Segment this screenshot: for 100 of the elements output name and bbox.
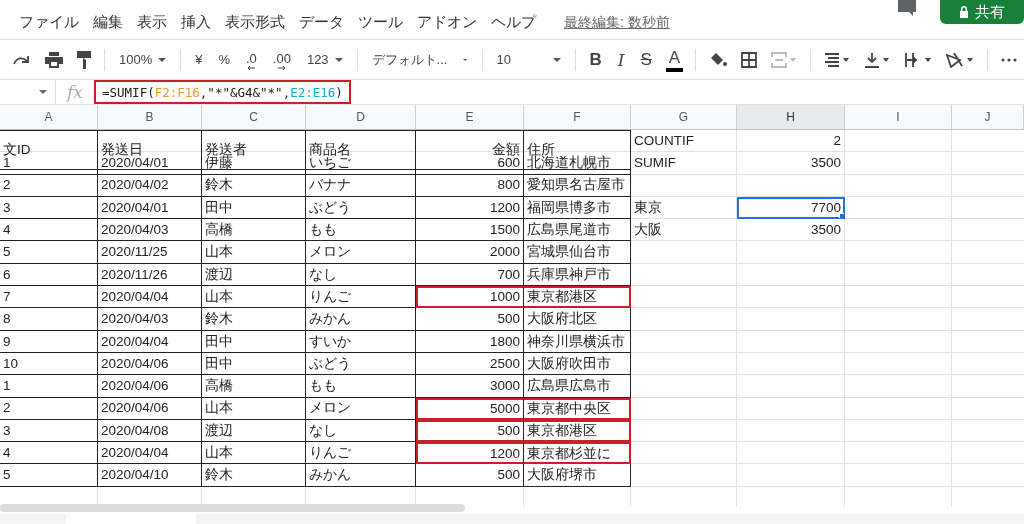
table-cell: なし (306, 419, 416, 443)
menu-item[interactable]: 挿入 (181, 13, 211, 32)
table-cell: 広島県広島市 (524, 375, 631, 398)
table-cell: 1200 (416, 442, 524, 465)
table-cell: 兵庫県神戸市 (524, 263, 631, 287)
table-cell: 宮城県仙台市 (524, 241, 631, 264)
table-cell: もも (306, 219, 416, 242)
column-header[interactable]: B (98, 105, 202, 130)
table-cell: 2020/04/03 (98, 219, 202, 242)
table-cell: 高橋 (202, 375, 306, 398)
formula-input[interactable]: =SUMIF(F2:F16,"*"&G4&"*",E2:E16) (94, 80, 351, 104)
column-header[interactable]: H (737, 105, 845, 130)
menu-item[interactable]: 表示 (137, 13, 167, 32)
table-cell: 大阪府堺市 (524, 464, 631, 487)
last-edit-link[interactable]: 最終編集: 数秒前 (564, 13, 670, 32)
table-cell: 福岡県博多市 (524, 196, 631, 220)
table-cell: 4 (0, 442, 98, 465)
strikethrough-button[interactable]: S (632, 45, 660, 74)
column-header[interactable]: C (202, 105, 306, 130)
table-cell: ぶどう (306, 352, 416, 376)
table-cell: 神奈川県横浜市 (524, 330, 631, 353)
table-cell: 高橋 (202, 219, 306, 242)
table-cell: 500 (416, 419, 524, 443)
table-cell: 2 (0, 397, 98, 420)
table-cell: 2020/04/04 (98, 330, 202, 353)
table-cell: 1500 (416, 219, 524, 242)
table-cell-text: SUMIF (633, 154, 677, 173)
column-header[interactable]: J (952, 105, 1024, 130)
column-header[interactable]: I (845, 105, 952, 130)
table-cell: 山本 (202, 241, 306, 264)
table-cell-text: 2 (832, 131, 842, 150)
format-button[interactable]: ¥ (187, 45, 211, 74)
table-cell: 大阪府吹田市 (524, 352, 631, 376)
table-cell: 2020/04/02 (98, 174, 202, 197)
column-header[interactable]: A (0, 105, 98, 130)
table-cell: 2020/04/03 (98, 308, 202, 331)
table-cell: 800 (416, 174, 524, 197)
table-cell: 2000 (416, 241, 524, 264)
table-cell: 10 (0, 352, 98, 376)
table-cell: 1 (0, 375, 98, 398)
table-cell: すいか (306, 330, 416, 353)
table-cell: 8 (0, 308, 98, 331)
table-cell: 2020/04/04 (98, 442, 202, 465)
fx-label: fx (65, 82, 84, 102)
table-cell: 5 (0, 464, 98, 487)
table-cell: 1800 (416, 330, 524, 353)
dropdown[interactable]: 123 (298, 45, 351, 74)
column-header[interactable]: D (306, 105, 416, 130)
table-cell: 2020/04/08 (98, 419, 202, 443)
table-cell: 2020/04/10 (98, 464, 202, 487)
decrease-decimal-button[interactable]: .0 (238, 45, 265, 74)
table-cell: 2020/04/06 (98, 397, 202, 420)
column-header[interactable]: E (416, 105, 524, 130)
table-cell: 山本 (202, 397, 306, 420)
table-cell: 500 (416, 308, 524, 331)
menu-item[interactable]: ヘルプ (491, 13, 536, 32)
column-header[interactable]: F (524, 105, 631, 130)
table-cell: 5 (0, 241, 98, 264)
menu-item[interactable]: ファイル (19, 13, 79, 32)
table-cell-text: 東京 (633, 198, 663, 217)
table-cell: 山本 (202, 442, 306, 465)
menu-item[interactable]: 表示形式 (225, 13, 285, 32)
table-cell: みかん (306, 308, 416, 331)
selected-cell[interactable]: 7700 (737, 196, 845, 220)
table-cell: 渡辺 (202, 263, 306, 287)
table-cell-text: 大阪 (633, 221, 663, 240)
table-cell: 田中 (202, 196, 306, 220)
menu-item[interactable]: ツール (358, 13, 403, 32)
menu-item[interactable]: アドオン (417, 13, 477, 32)
table-cell: 東京都港区 (524, 286, 631, 309)
table-cell-text: 3500 (809, 154, 842, 173)
table-cell-text: 3500 (809, 221, 842, 240)
table-cell: 3000 (416, 375, 524, 398)
table-cell: りんご (306, 286, 416, 309)
text-color-button[interactable]: A (665, 47, 684, 72)
dropdown[interactable]: 10 (488, 45, 569, 74)
italic-button[interactable]: I (609, 45, 633, 74)
table-cell: メロン (306, 241, 416, 264)
table-cell: 7 (0, 286, 98, 309)
bold-button[interactable]: B (581, 45, 610, 74)
table-cell: 山本 (202, 286, 306, 309)
menu-item[interactable]: 編集 (93, 13, 123, 32)
menu-item[interactable]: データ (299, 13, 344, 32)
table-cell: 2020/11/26 (98, 263, 202, 287)
increase-decimal-button[interactable]: .00 (264, 45, 299, 74)
table-cell: 5000 (416, 397, 524, 420)
table-cell: 鈴木 (202, 174, 306, 197)
format-button[interactable]: % (210, 45, 238, 74)
table-cell: 大阪府北区 (524, 308, 631, 331)
table-cell: 鈴木 (202, 464, 306, 487)
dropdown[interactable]: デフォルト... (363, 45, 476, 74)
table-cell: 2020/04/06 (98, 352, 202, 376)
table-cell-text: COUNTIF (633, 131, 695, 150)
dropdown[interactable]: 100% (110, 45, 175, 74)
column-header[interactable]: G (631, 105, 737, 130)
table-cell: 2500 (416, 352, 524, 376)
table-cell: バナナ (306, 174, 416, 197)
share-button[interactable]: 共有 (940, 0, 1024, 24)
table-cell: 田中 (202, 330, 306, 353)
table-cell: 3 (0, 196, 98, 220)
